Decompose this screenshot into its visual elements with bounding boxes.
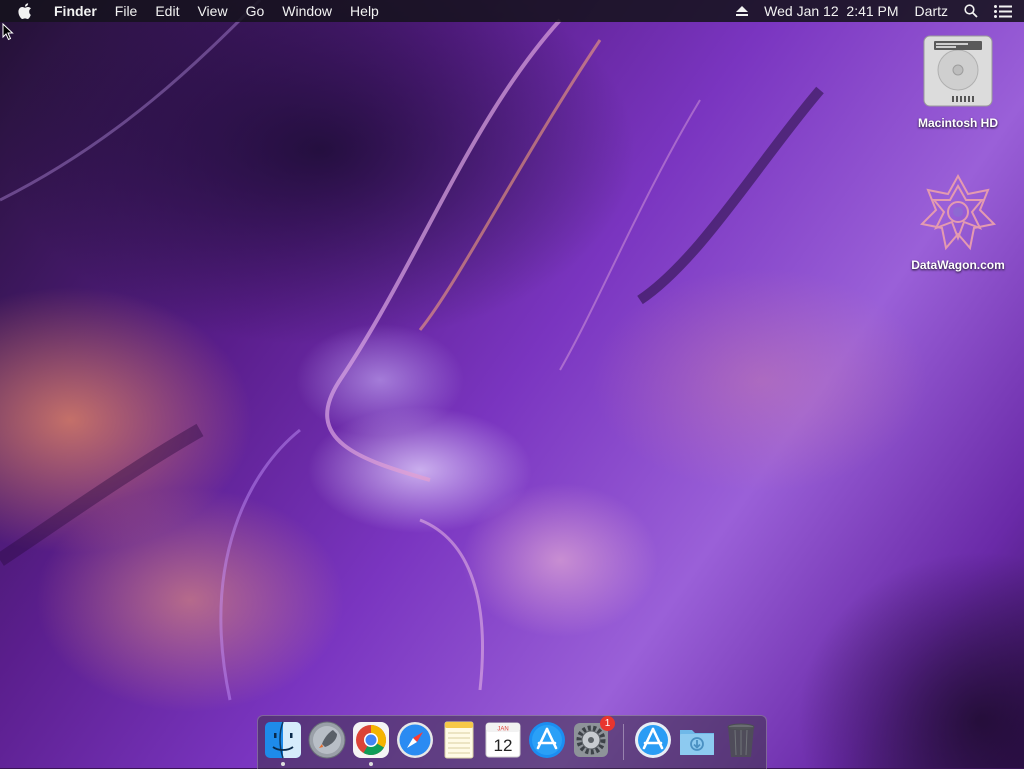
dock: JAN 12 1 bbox=[257, 715, 767, 769]
dock-item-chrome[interactable] bbox=[351, 720, 391, 760]
menu-help[interactable]: Help bbox=[342, 0, 389, 22]
trash-icon bbox=[727, 723, 755, 757]
dock-item-system-preferences[interactable]: 1 bbox=[571, 716, 615, 760]
desktop-icon-datawagon[interactable]: DataWagon.com bbox=[898, 172, 1018, 272]
menu-app-finder[interactable]: Finder bbox=[54, 0, 107, 22]
network-volume-icon bbox=[918, 172, 998, 252]
menubar-user[interactable]: Dartz bbox=[915, 0, 948, 22]
calendar-day: 12 bbox=[494, 736, 513, 755]
dock-item-app-store-2[interactable] bbox=[633, 720, 673, 760]
menu-view[interactable]: View bbox=[189, 0, 237, 22]
menubar-clock[interactable]: Wed Jan 12 2:41 PM bbox=[764, 0, 898, 22]
dock-running-indicator bbox=[369, 762, 373, 766]
desktop-icon-macintosh-hd[interactable]: Macintosh HD bbox=[898, 32, 1018, 130]
dock-item-trash[interactable] bbox=[721, 720, 761, 760]
menu-file[interactable]: File bbox=[107, 0, 148, 22]
finder-icon bbox=[265, 721, 301, 759]
notes-icon bbox=[444, 721, 474, 759]
menu-window[interactable]: Window bbox=[274, 0, 342, 22]
menu-edit[interactable]: Edit bbox=[147, 0, 189, 22]
dock-item-calendar[interactable]: JAN 12 bbox=[483, 720, 523, 760]
menu-bar-extras: Wed Jan 12 2:41 PM Dartz bbox=[736, 0, 1024, 22]
desktop-icon-label: Macintosh HD bbox=[917, 116, 998, 130]
dock-separator bbox=[623, 724, 624, 760]
downloads-folder-icon bbox=[680, 730, 714, 755]
dock-item-notes[interactable] bbox=[439, 720, 479, 760]
desktop-wallpaper bbox=[0, 0, 1024, 768]
spotlight-search-icon[interactable] bbox=[964, 4, 978, 18]
chrome-icon bbox=[353, 722, 389, 758]
apple-icon[interactable] bbox=[18, 0, 36, 22]
notification-center-icon[interactable] bbox=[994, 4, 1012, 18]
notification-badge: 1 bbox=[600, 716, 615, 731]
wallpaper-swirls bbox=[0, 0, 824, 701]
dock-running-indicator bbox=[281, 762, 285, 766]
dock-item-downloads[interactable] bbox=[677, 720, 717, 760]
safari-icon bbox=[397, 722, 433, 758]
calendar-icon: JAN 12 bbox=[485, 722, 521, 758]
dock-item-app-store[interactable] bbox=[527, 720, 567, 760]
app-store-icon bbox=[635, 722, 671, 758]
dock-item-safari[interactable] bbox=[395, 720, 435, 760]
calendar-month: JAN bbox=[497, 727, 508, 733]
mouse-pointer-icon bbox=[2, 23, 14, 41]
dock-item-launchpad[interactable] bbox=[307, 720, 347, 760]
desktop-icon-label: DataWagon.com bbox=[911, 258, 1005, 272]
menu-go[interactable]: Go bbox=[238, 0, 275, 22]
eject-icon[interactable] bbox=[736, 5, 749, 17]
app-store-icon bbox=[529, 722, 565, 758]
dock-item-finder[interactable] bbox=[263, 720, 303, 760]
menu-bar: Finder File Edit View Go Window Help Wed… bbox=[0, 0, 1024, 22]
launchpad-icon bbox=[308, 721, 346, 759]
hard-drive-icon bbox=[920, 32, 996, 110]
